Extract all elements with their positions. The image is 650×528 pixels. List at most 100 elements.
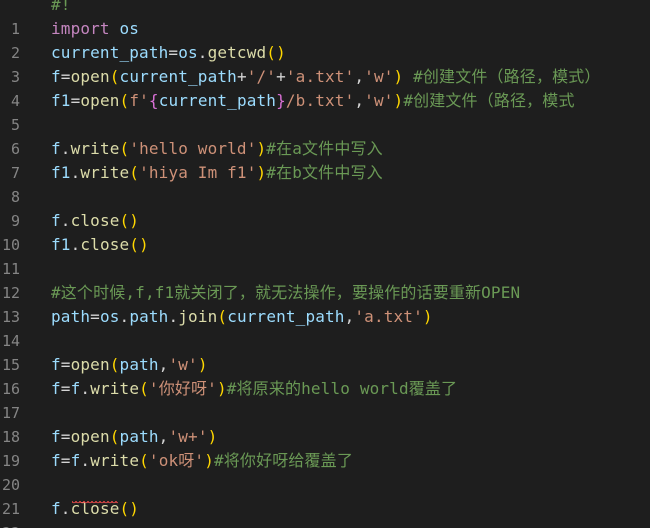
- code-token: f: [51, 211, 61, 230]
- code-text[interactable]: import os: [51, 17, 139, 41]
- code-token: ): [204, 451, 214, 470]
- code-token: open: [70, 67, 110, 86]
- line-number: 4: [10, 92, 20, 110]
- code-token: close: [80, 235, 130, 254]
- code-token: .: [168, 307, 179, 326]
- code-token: /b.txt': [285, 91, 355, 110]
- code-editor[interactable]: #! 1 import os 2 current_path=os.getcwd() 3 f=…: [0, 0, 650, 528]
- code-token: .: [60, 139, 71, 158]
- code-token: .: [119, 307, 130, 326]
- code-token: (: [139, 451, 149, 470]
- code-line[interactable]: 12 #这个时候,f,f1就关闭了，就无法操作，要操作的话要重新OPEN: [0, 281, 650, 305]
- code-token: f: [51, 379, 61, 398]
- code-line[interactable]: 8: [0, 185, 650, 209]
- code-token: ,: [354, 67, 365, 86]
- code-token: =: [70, 91, 81, 110]
- code-text[interactable]: #!: [51, 0, 71, 17]
- code-line[interactable]: 9 f.close(): [0, 209, 650, 233]
- code-line[interactable]: 2 current_path=os.getcwd(): [0, 41, 650, 65]
- code-token: #在a文件中写入: [266, 139, 383, 158]
- code-text[interactable]: #这个时候,f,f1就关闭了，就无法操作，要操作的话要重新OPEN: [51, 281, 520, 305]
- code-line[interactable]: 16 f=f.write('你好呀')#将原来的hello world覆盖了: [0, 377, 650, 401]
- code-line[interactable]: 18 f=open(path,'w+'): [0, 425, 650, 449]
- code-token: join: [178, 307, 218, 326]
- code-token: ): [422, 307, 433, 326]
- line-number: 20: [1, 476, 20, 494]
- code-token: open: [80, 91, 120, 110]
- code-line[interactable]: 15 f=open(path,'w'): [0, 353, 650, 377]
- line-number: 15: [1, 356, 20, 374]
- code-text[interactable]: f=f.write('ok呀')#将你好呀给覆盖了: [51, 449, 353, 473]
- code-line[interactable]: 11: [0, 257, 650, 281]
- code-line[interactable]: 22: [0, 521, 650, 528]
- code-token: close: [70, 211, 120, 230]
- code-text[interactable]: f.write('hello world')#在a文件中写入: [51, 137, 383, 161]
- code-token: open: [70, 355, 110, 374]
- code-token: open: [70, 427, 110, 446]
- code-line[interactable]: 19 f=f.write('ok呀')#将你好呀给覆盖了: [0, 449, 650, 473]
- code-text[interactable]: f=open(path,'w+'): [51, 425, 217, 449]
- code-text[interactable]: f=open(path,'w'): [51, 353, 208, 377]
- code-token: #创建文件（路径，模式）: [403, 67, 601, 86]
- line-number: 14: [1, 332, 20, 350]
- code-line[interactable]: 5: [0, 113, 650, 137]
- code-text[interactable]: f1=open(f'{current_path}/b.txt','w')#创建文…: [51, 89, 575, 113]
- code-token: f': [129, 91, 149, 110]
- code-line[interactable]: 20: [0, 473, 650, 497]
- code-token: 'hiya Im f1': [139, 163, 257, 182]
- code-text[interactable]: f1.write('hiya Im f1')#在b文件中写入: [51, 161, 383, 185]
- code-token: 'w': [168, 355, 198, 374]
- code-text[interactable]: f.close(): [51, 209, 139, 233]
- code-line[interactable]: 17: [0, 401, 650, 425]
- code-line[interactable]: 14: [0, 329, 650, 353]
- code-token: {: [148, 91, 159, 110]
- code-line[interactable]: 10 f1.close(): [0, 233, 650, 257]
- code-token: os: [119, 19, 140, 38]
- line-number: 6: [10, 140, 20, 158]
- code-token: ): [216, 379, 227, 398]
- code-token: ): [393, 67, 404, 86]
- code-token: current_path: [227, 307, 345, 326]
- code-token: .: [60, 211, 71, 230]
- code-token: .: [70, 235, 81, 254]
- code-line[interactable]: 6 f.write('hello world')#在a文件中写入: [0, 137, 650, 161]
- code-token: f1: [51, 235, 71, 254]
- code-line[interactable]: 7 f1.write('hiya Im f1')#在b文件中写入: [0, 161, 650, 185]
- code-token: =: [168, 43, 179, 62]
- code-token: f: [70, 451, 81, 470]
- code-token: write: [70, 139, 120, 158]
- code-token: path: [119, 355, 159, 374]
- line-number: 2: [10, 44, 20, 62]
- line-number: 11: [1, 260, 20, 278]
- code-text[interactable]: f1.close(): [51, 233, 149, 257]
- code-token: 'w': [364, 67, 394, 86]
- code-token: =: [60, 355, 71, 374]
- code-token: .: [197, 43, 208, 62]
- code-token: 'ok呀': [148, 451, 205, 470]
- code-token: =: [60, 451, 71, 470]
- code-line[interactable]: 1 import os: [0, 17, 650, 41]
- code-token: =: [60, 379, 71, 398]
- code-token: os: [99, 307, 120, 326]
- code-token: f: [51, 451, 61, 470]
- code-token: '你好呀': [148, 379, 217, 398]
- code-token: write: [80, 163, 130, 182]
- code-text[interactable]: path=os.path.join(current_path,'a.txt'): [51, 305, 433, 329]
- code-token: 'hello world': [129, 139, 257, 158]
- code-text[interactable]: f=open(current_path+'/'+'a.txt','w') #创建…: [51, 65, 601, 89]
- line-number: 13: [1, 308, 20, 326]
- code-token: #将你好呀给覆盖了: [213, 451, 353, 470]
- code-token: f: [51, 67, 61, 86]
- code-token: .: [80, 379, 91, 398]
- code-line[interactable]: 4 f1=open(f'{current_path}/b.txt','w')#创建…: [0, 89, 650, 113]
- code-line[interactable]: 13 path=os.path.join(current_path,'a.txt'…: [0, 305, 650, 329]
- code-token: (: [139, 379, 149, 398]
- code-token: 'w': [364, 91, 394, 110]
- code-token: '/': [246, 67, 277, 86]
- code-line[interactable]: 3 f=open(current_path+'/'+'a.txt','w') #创…: [0, 65, 650, 89]
- code-line[interactable]: #!: [0, 0, 650, 17]
- code-lines[interactable]: #! 1 import os 2 current_path=os.getcwd() 3 f=…: [0, 0, 650, 528]
- code-token: =: [90, 307, 100, 326]
- code-text[interactable]: current_path=os.getcwd(): [51, 41, 286, 65]
- code-text[interactable]: f=f.write('你好呀')#将原来的hello world覆盖了: [51, 377, 457, 401]
